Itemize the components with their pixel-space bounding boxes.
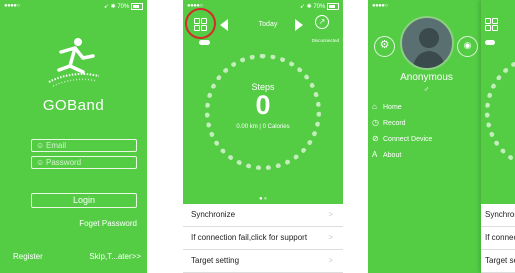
nav-item-record[interactable]: ◷ Record [372,118,406,127]
status-bar: ●●●●○ ➹ ✱ 70% [0,0,147,12]
chevron-right-icon: > [328,210,333,219]
nav-item-connect-device[interactable]: ⊘ Connect Device [372,134,432,143]
nav-item-about[interactable]: A About [372,150,401,159]
camera-icon[interactable]: ◉ [457,36,478,57]
settings-icon[interactable]: ⚙ [374,36,395,57]
overlay-menu: Synchronize If connection fail,click for… [481,204,515,273]
menu-item-target-setting[interactable]: Target setting [481,250,515,273]
previous-day-icon[interactable] [220,19,228,31]
chevron-right-icon: > [328,233,333,242]
band-toggle-icon[interactable] [199,40,210,45]
dashboard-screen: ●●●●○ ➹ ✱ 70% Today ↗ Disconnected Steps… [183,0,343,273]
grid-menu-icon [485,18,498,31]
grid-menu-icon [194,18,207,31]
next-day-icon[interactable] [295,19,303,31]
dashboard-overlay[interactable]: Synchronize If connection fail,click for… [481,0,515,273]
nav-item-home[interactable]: ⌂ Home [372,102,402,111]
register-link[interactable]: Register [13,252,43,261]
battery-icon [327,3,339,10]
user-name: Anonymous [400,72,453,83]
login-button[interactable]: Login [31,193,137,208]
connect-device-icon: ⊘ [372,134,379,143]
menu-button[interactable] [185,8,216,39]
login-screen: ●●●●○ ➹ ✱ 70% GOBand ☺ ☺ Login Foget Pas… [0,0,147,273]
email-field[interactable]: ☺ [31,139,137,152]
status-right: ➹ ✱ 70% [300,3,339,10]
skip-link[interactable]: Skip,T...ater>> [89,252,141,261]
avatar[interactable] [400,16,454,70]
signal-indicator: ●●●●○ [372,3,388,9]
signal-indicator: ●●●●○ [4,3,20,9]
date-label: Today [258,21,278,28]
distance-calories: 0.00 km | 0 Calories [236,124,290,130]
password-input[interactable] [46,157,134,168]
forget-password-link[interactable]: Foget Password [79,219,137,228]
band-toggle-icon [485,40,495,45]
battery-percent: 70% [117,4,130,11]
app-title: GOBand [42,97,105,114]
user-silhouette-icon [412,28,446,68]
menu-item-synchronize[interactable]: Synchronize > [183,204,343,227]
drawer-screen: ●●●●○ ⚙ ◉ Anonymous ♂ ⌂ Home ◷ Record ⊘ Con… [368,0,515,273]
menu-item-support[interactable]: If connection fail,click for support > [183,227,343,250]
menu-item-support[interactable]: If connection fail,click for support [481,227,515,250]
password-field[interactable]: ☺ [31,156,137,169]
steps-value: 0 [255,90,271,120]
battery-percent: 70% [313,4,326,11]
dashboard-menu: Synchronize > If connection fail,click fo… [183,204,343,273]
runner-logo-icon [48,38,100,87]
password-icon: ☺ [36,158,45,167]
battery-icon [131,3,143,10]
menu-item-synchronize[interactable]: Synchronize [481,204,515,227]
connection-status: Disconnected [311,38,339,43]
email-icon: ☺ [36,141,45,150]
chevron-right-icon: > [328,256,333,265]
about-icon: A [372,150,378,159]
record-icon: ◷ [372,118,379,127]
menu-item-target-setting[interactable]: Target setting > [183,250,343,273]
status-right: ➹ ✱ 70% [104,3,143,10]
email-input[interactable] [46,140,134,151]
page-indicator: ●● [259,196,269,202]
share-icon[interactable]: ↗ [315,15,329,29]
gender-icon: ♂ [423,85,430,94]
home-icon: ⌂ [372,102,377,111]
